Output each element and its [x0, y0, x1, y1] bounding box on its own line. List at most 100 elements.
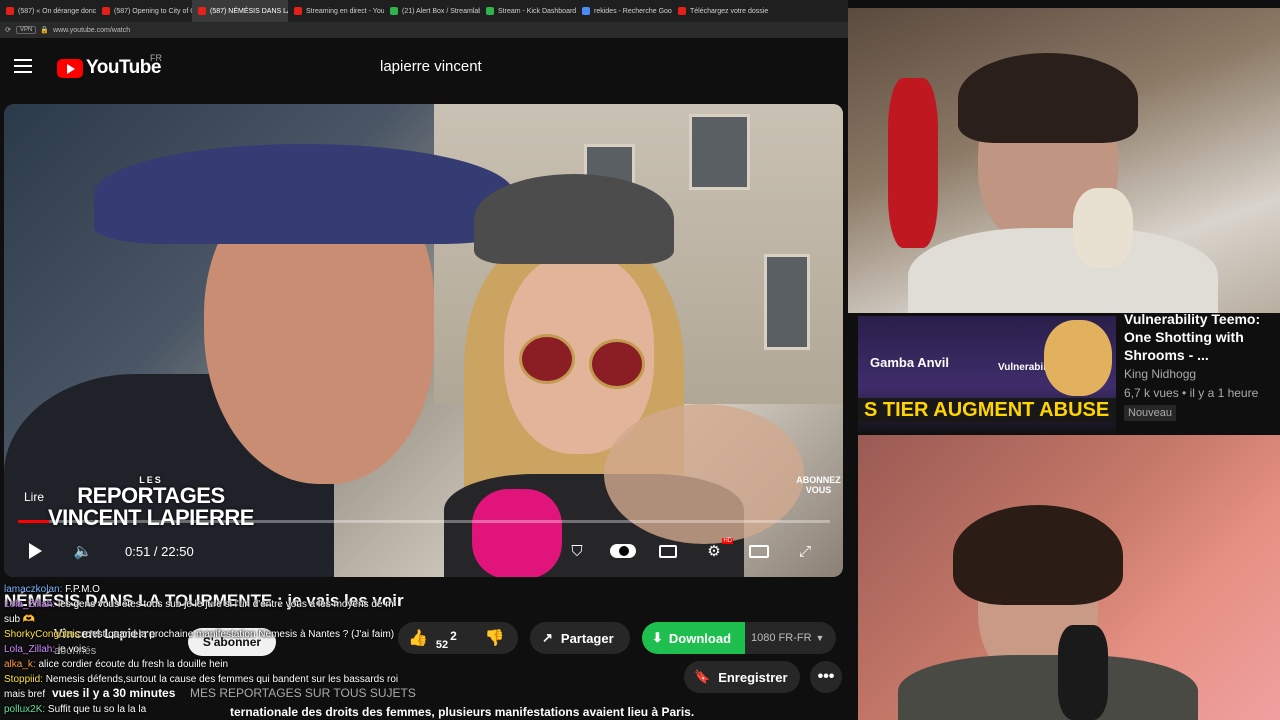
tab-favicon-icon [198, 7, 206, 15]
chat-message: ShorkyCongolais: c'est quand la prochain… [4, 627, 424, 642]
country-code: FR [150, 53, 162, 63]
chat-message: pollux2K: Suffit que tu so la la la [4, 702, 424, 717]
tab-label: (587) Opening to City of G [114, 7, 192, 15]
sponsorblock-icon[interactable]: ⛉ [564, 538, 590, 564]
browser-tab[interactable]: rekides - Recherche Goog [576, 0, 672, 22]
streamer-shirt [908, 228, 1218, 313]
browser-tab[interactable]: Téléchargez votre dossier [672, 0, 768, 22]
volume-icon[interactable]: 🔈 [70, 538, 96, 564]
chat-text: je vois [57, 644, 87, 655]
theater-mode-icon[interactable] [746, 538, 772, 564]
autoplay-label: Lire [24, 490, 45, 504]
more-options-icon[interactable]: ••• [810, 661, 842, 693]
browser-tab[interactable]: (587) « On dérange donc » [0, 0, 96, 22]
webcam-top [848, 8, 1280, 313]
save-button[interactable]: 🔖 Enregistrer [684, 661, 800, 693]
like-count: 2 [450, 629, 457, 643]
tab-label: Streaming en direct - YouT [306, 7, 384, 15]
chat-message: sub 🫶 [4, 612, 424, 627]
video-player[interactable]: Lire LES REPORTAGES VINCENT LAPIERRE ABO… [4, 104, 843, 577]
youtube-logo[interactable]: YouTube [57, 57, 161, 79]
play-button[interactable] [22, 538, 48, 564]
download-extension: ⬇ Download 1080 FR-FR ▼ [642, 622, 836, 654]
hamburger-menu-icon[interactable] [14, 59, 32, 73]
browser-tab[interactable]: (587) Opening to City of G [96, 0, 192, 22]
chat-username: ShorkyCongolais: [4, 629, 83, 640]
fullscreen-icon[interactable]: ⤢ [792, 538, 818, 564]
suggested-video-title[interactable]: Vulnerability Teemo: One Shotting with S… [1124, 310, 1280, 364]
subtitles-icon[interactable] [655, 538, 681, 564]
search-input[interactable]: lapierre vincent [380, 58, 482, 75]
like-count-overlay: 52 [435, 639, 449, 651]
chevron-down-icon[interactable]: ▼ [816, 633, 825, 643]
subscribe-watermark[interactable]: ABONNEZ VOUS [794, 475, 843, 496]
browser-tab[interactable]: Streaming en direct - YouT [288, 0, 384, 22]
youtube-header: YouTube FR lapierre vincent [0, 38, 848, 102]
address-bar[interactable]: ⟳ VPN 🔒 www.youtube.com/watch [0, 22, 848, 38]
youtube-play-logo-icon [57, 58, 83, 78]
reload-icon[interactable]: ⟳ [0, 26, 16, 34]
streamer-hair [958, 53, 1138, 143]
tab-label: rekides - Recherche Goog [594, 7, 672, 15]
tab-label: Téléchargez votre dossier [690, 7, 768, 15]
hd-badge: HD [722, 538, 733, 544]
browser-tab[interactable]: Stream - Kick Dashboard [480, 0, 576, 22]
chat-text: c'est quand la prochaine manifestation N… [85, 629, 395, 640]
red-jacket [888, 78, 938, 248]
glass [1073, 188, 1133, 268]
chat-username: Stoppiid: [4, 674, 43, 685]
progress-bar-fill [18, 520, 49, 523]
chat-username: lamaczkolan: [4, 584, 63, 595]
browser-tab[interactable]: (21) Alert Box / Streamlabs [384, 0, 480, 22]
guest-hair [953, 505, 1123, 605]
tab-favicon-icon [582, 7, 590, 15]
thumb-text-1: Gamba Anvil [870, 355, 949, 370]
share-label: Partager [560, 630, 614, 646]
suggested-video-channel[interactable]: King Nidhogg [1124, 367, 1280, 381]
suggested-video-info[interactable]: Vulnerability Teemo: One Shotting with S… [1124, 310, 1280, 421]
vpn-badge[interactable]: VPN [16, 26, 37, 34]
tab-label: (587) « On dérange donc » [18, 7, 96, 15]
save-label: Enregistrer [718, 669, 788, 685]
tab-favicon-icon [102, 7, 110, 15]
suggested-video-meta: 6,7 k vues • il y a 1 heure [1124, 386, 1259, 400]
progress-bar[interactable] [18, 520, 830, 523]
bookmark-icon: 🔖 [694, 669, 711, 684]
tab-label: (21) Alert Box / Streamlabs [402, 7, 480, 15]
chat-message: alka_k: alice cordier écoute du fresh la… [4, 657, 424, 672]
chat-text: les gens vous êtes tous sub je le jure s… [57, 599, 396, 610]
watermark-line2: VINCENT LAPIERRE [48, 505, 254, 530]
share-button[interactable]: ↗ Partager [530, 622, 630, 654]
chat-text: Nemesis défends,surtout la cause des fem… [45, 674, 399, 685]
chat-text: sub 🫶 [4, 614, 36, 625]
tab-favicon-icon [678, 7, 686, 15]
chat-username: Lola_Zillah: [4, 599, 56, 610]
webcam-bottom [858, 435, 1280, 720]
download-quality-select[interactable]: 1080 FR-FR [745, 632, 812, 644]
chat-username: alka_k: [4, 659, 36, 670]
chat-message: Lola_Zillah: je vois [4, 642, 424, 657]
player-controls: 🔈 0:51 / 22:50 ⛉ ⚙ HD ⤢ [4, 536, 843, 566]
tab-favicon-icon [390, 7, 398, 15]
dislike-icon[interactable]: 👎 [485, 628, 505, 648]
suggested-video-thumbnail[interactable]: Gamba Anvil Vulnerability S TIER AUGMENT… [858, 316, 1116, 434]
time-display: 0:51 / 22:50 [125, 544, 194, 559]
chat-overlay: lamaczkolan: F.P.M.O Lola_Zillah: les gen… [4, 582, 424, 717]
lock-icon: 🔒 [40, 27, 50, 34]
browser-tab[interactable]: (587) NÉMÉSIS DANS LA [192, 0, 288, 22]
chat-text: alice cordier écoute du fresh la douille… [38, 659, 229, 670]
url-text[interactable]: www.youtube.com/watch [53, 27, 130, 34]
microphone-icon [1058, 625, 1108, 720]
autoplay-toggle[interactable] [610, 538, 636, 564]
guest-shirt [898, 655, 1198, 720]
teemo-character [1044, 320, 1112, 396]
watermark-line1: REPORTAGES [77, 483, 225, 508]
chat-text: Suffit que tu so la la la [47, 704, 147, 715]
settings-gear-icon[interactable]: ⚙ HD [701, 538, 733, 564]
chat-message: Stoppiid: Nemesis défends,surtout la cau… [4, 672, 424, 687]
hand [604, 404, 804, 544]
download-button[interactable]: ⬇ Download [642, 622, 746, 654]
share-icon: ↗ [542, 630, 553, 645]
new-badge: Nouveau [1124, 405, 1177, 421]
chat-message: lamaczkolan: F.P.M.O [4, 582, 424, 597]
